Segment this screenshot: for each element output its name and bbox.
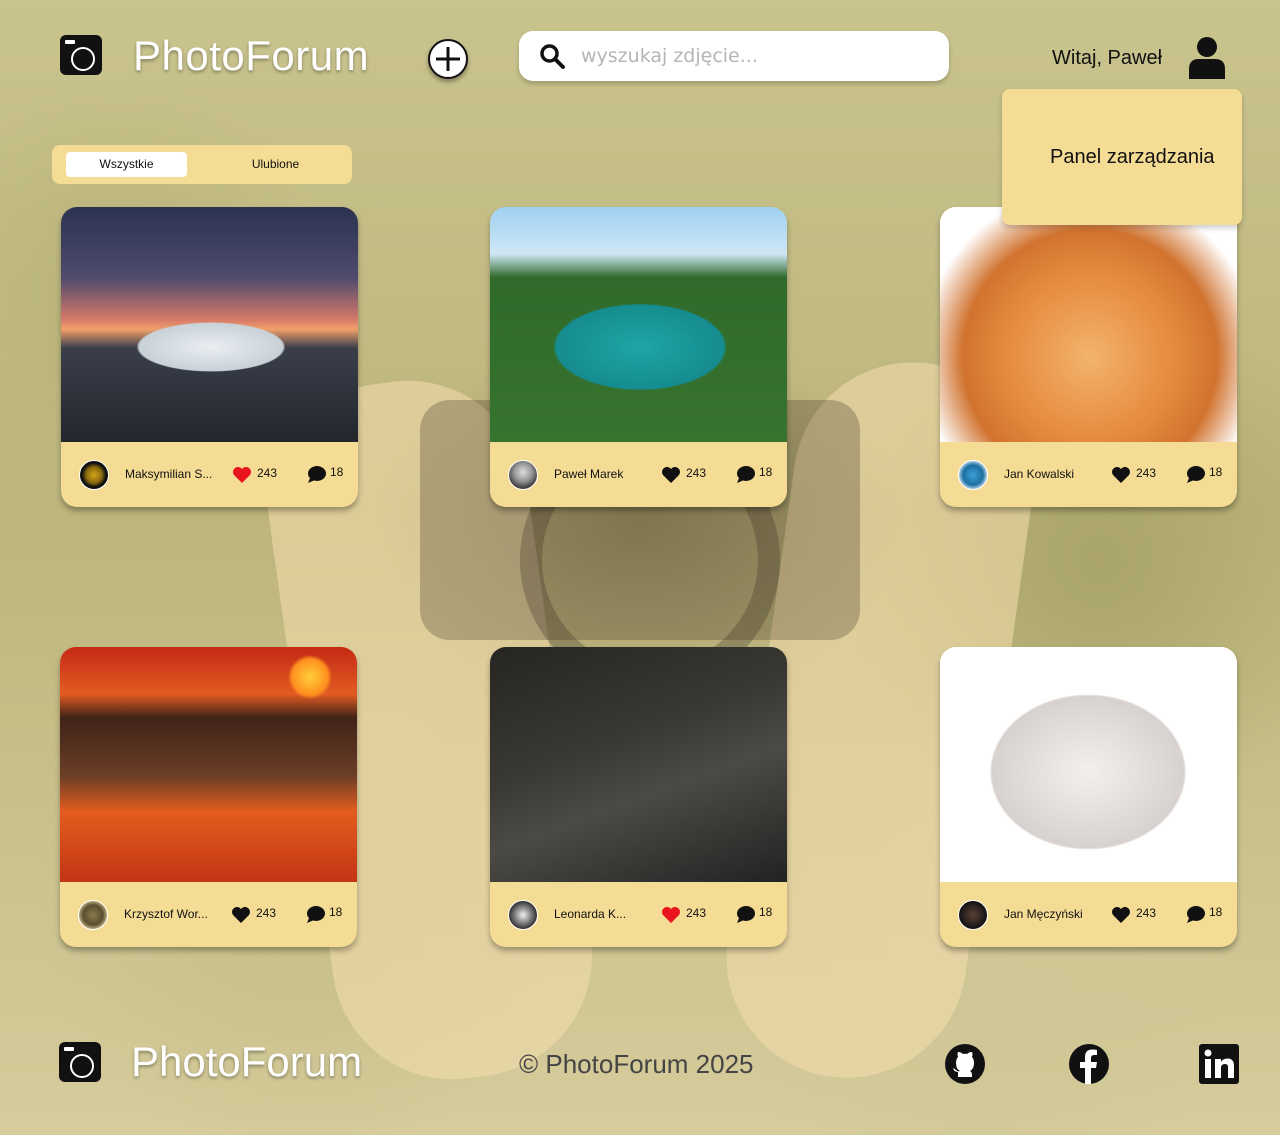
like-count: 243 — [1136, 466, 1157, 480]
user-greeting: Witaj, Paweł — [1052, 47, 1163, 69]
avatar[interactable] — [78, 900, 108, 930]
user-dropdown-menu: Panel zarządzania — [1002, 89, 1242, 225]
avatar[interactable] — [958, 900, 988, 930]
author-name[interactable]: Paweł Marek — [554, 467, 623, 481]
heart-icon[interactable] — [661, 466, 681, 484]
filter-tabs: Wszystkie Ulubione — [52, 145, 352, 184]
photo-card[interactable]: Jan Męczyński 243 18 — [940, 647, 1237, 947]
photo-card[interactable]: Maksymilian S... 243 18 — [61, 207, 358, 507]
heart-icon[interactable] — [661, 906, 681, 924]
avatar[interactable] — [958, 460, 988, 490]
menu-item-admin-panel[interactable]: Panel zarządzania — [1050, 146, 1215, 169]
comment-icon[interactable] — [736, 465, 756, 484]
author-name[interactable]: Jan Męczyński — [1004, 907, 1083, 921]
card-footer: Leonarda K... 243 18 — [490, 882, 787, 947]
tab-favorites[interactable]: Ulubione — [215, 152, 336, 177]
avatar[interactable] — [508, 900, 538, 930]
post-photo[interactable] — [60, 647, 357, 882]
heart-icon[interactable] — [1111, 906, 1131, 924]
like-count: 243 — [257, 466, 278, 480]
avatar[interactable] — [508, 460, 538, 490]
post-photo[interactable] — [490, 207, 787, 442]
search-icon[interactable] — [539, 43, 565, 69]
page-footer: PhotoForum © PhotoForum 2025 — [0, 1030, 1280, 1100]
post-photo[interactable] — [490, 647, 787, 882]
copyright-text: © PhotoForum 2025 — [519, 1049, 754, 1079]
like-count: 243 — [686, 466, 707, 480]
author-name[interactable]: Jan Kowalski — [1004, 467, 1074, 481]
card-footer: Jan Męczyński 243 18 — [940, 882, 1237, 947]
comment-count: 18 — [759, 465, 773, 479]
github-icon[interactable] — [944, 1043, 986, 1085]
search-bar — [519, 31, 949, 81]
photo-card[interactable]: Krzysztof Wor... 243 18 — [60, 647, 357, 947]
like-count: 243 — [686, 906, 707, 920]
card-footer: Maksymilian S... 243 18 — [61, 442, 358, 507]
camera-logo-icon[interactable] — [59, 1042, 101, 1082]
photo-card[interactable]: Jan Kowalski 243 18 — [940, 207, 1237, 507]
comment-count: 18 — [1209, 905, 1223, 919]
heart-icon[interactable] — [231, 906, 251, 924]
like-count: 243 — [256, 906, 277, 920]
card-footer: Jan Kowalski 243 18 — [940, 442, 1237, 507]
comment-count: 18 — [1209, 465, 1223, 479]
heart-icon[interactable] — [232, 466, 252, 484]
comment-count: 18 — [329, 905, 343, 919]
add-photo-button[interactable] — [428, 39, 468, 79]
facebook-icon[interactable] — [1068, 1043, 1110, 1085]
avatar[interactable] — [79, 460, 109, 490]
photo-card[interactable]: Paweł Marek 243 18 — [490, 207, 787, 507]
comment-icon[interactable] — [1186, 905, 1206, 924]
camera-logo-icon[interactable] — [60, 35, 102, 75]
tab-all[interactable]: Wszystkie — [66, 152, 187, 177]
post-photo[interactable] — [61, 207, 358, 442]
user-icon[interactable] — [1186, 35, 1228, 79]
comment-icon[interactable] — [306, 905, 326, 924]
heart-icon[interactable] — [1111, 466, 1131, 484]
comment-icon[interactable] — [307, 465, 327, 484]
card-footer: Paweł Marek 243 18 — [490, 442, 787, 507]
author-name[interactable]: Krzysztof Wor... — [124, 907, 208, 921]
linkedin-icon[interactable] — [1198, 1043, 1240, 1085]
post-photo[interactable] — [940, 207, 1237, 442]
comment-count: 18 — [330, 465, 344, 479]
author-name[interactable]: Leonarda K... — [554, 907, 626, 921]
author-name[interactable]: Maksymilian S... — [125, 467, 212, 481]
comment-count: 18 — [759, 905, 773, 919]
app-logo-text[interactable]: PhotoForum — [133, 32, 369, 80]
post-photo[interactable] — [940, 647, 1237, 882]
comment-icon[interactable] — [736, 905, 756, 924]
card-footer: Krzysztof Wor... 243 18 — [60, 882, 357, 947]
comment-icon[interactable] — [1186, 465, 1206, 484]
like-count: 243 — [1136, 906, 1157, 920]
photo-card[interactable]: Leonarda K... 243 18 — [490, 647, 787, 947]
footer-logo-text[interactable]: PhotoForum — [131, 1038, 362, 1086]
search-input[interactable] — [581, 39, 931, 73]
